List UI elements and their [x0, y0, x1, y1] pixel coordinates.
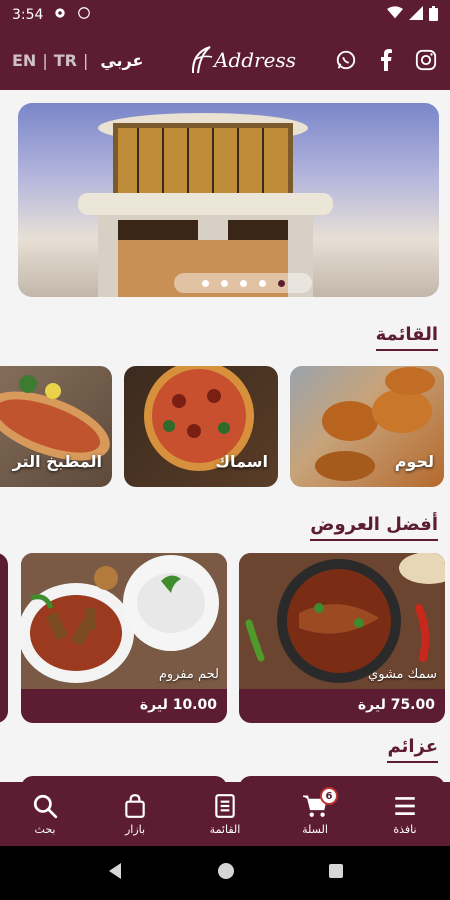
instagram-icon[interactable] — [414, 48, 438, 72]
settings-icon — [53, 6, 67, 24]
menu-book-icon — [215, 793, 235, 818]
nav-label: القائمة — [209, 822, 241, 836]
logo[interactable]: Address — [190, 40, 296, 80]
divider: | — [42, 50, 48, 70]
nav-label: نافذة — [393, 822, 417, 836]
section-title-offers: أفضل العروض — [310, 514, 438, 541]
banner-pagination — [174, 273, 312, 293]
offer-price: 75.00 ليرة — [357, 697, 435, 713]
offer-card-partial[interactable] — [0, 553, 8, 723]
lang-ar[interactable]: عربي — [100, 51, 143, 70]
logo-text: Address — [214, 48, 296, 72]
system-navigation-bar — [0, 846, 450, 900]
menu-icon — [395, 796, 415, 815]
offer-name: سمك مشوي — [368, 667, 437, 682]
nav-menu-book[interactable]: القائمة — [180, 782, 270, 846]
category-card-fish[interactable]: اسماك — [124, 366, 278, 487]
search-icon — [33, 794, 58, 818]
offer-card-minced-meat[interactable]: لحم مفروم 10.00 ليرة — [21, 553, 227, 723]
pagination-dot[interactable] — [201, 279, 209, 287]
category-card-meat[interactable]: لحوم — [290, 366, 444, 487]
facebook-icon[interactable] — [374, 48, 398, 72]
status-bar: 3:54 — [0, 0, 450, 30]
shopping-bag-icon — [125, 793, 145, 818]
offer-name: لحم مفروم — [158, 667, 219, 682]
app-header: EN | TR | عربي Address — [0, 30, 450, 90]
pagination-dot[interactable] — [239, 279, 247, 287]
social-links — [334, 48, 438, 72]
language-switcher: EN | TR | عربي — [12, 51, 143, 70]
nav-label: بازار — [124, 822, 146, 836]
category-label: اسماك — [215, 452, 268, 471]
pagination-dot-active[interactable] — [277, 279, 285, 287]
signal-icon — [409, 6, 423, 24]
nav-cart[interactable]: 6 السلة — [270, 782, 360, 846]
status-time: 3:54 — [12, 7, 44, 23]
offer-card-grilled-fish[interactable]: سمك مشوي 75.00 ليرة — [239, 553, 445, 723]
category-card-turkish[interactable]: المطبخ التر — [0, 366, 112, 487]
content-area[interactable]: القائمة لحوم اسماك المطبخ التر أفضل العر — [0, 90, 450, 782]
nav-label: السلة — [302, 822, 328, 836]
offer-price: 10.00 ليرة — [139, 697, 217, 713]
whatsapp-icon[interactable] — [334, 48, 358, 72]
hero-banner[interactable] — [18, 103, 439, 297]
pagination-dot[interactable] — [220, 279, 228, 287]
bottom-navigation: بحث بازار القائمة 6 السلة نافذة — [0, 782, 450, 846]
battery-icon — [429, 5, 438, 25]
pagination-dot[interactable] — [258, 279, 266, 287]
category-label: المطبخ التر — [12, 452, 102, 471]
nav-label: بحث — [34, 822, 56, 836]
wifi-icon — [387, 6, 403, 24]
recents-icon[interactable] — [328, 863, 344, 883]
cart-badge: 6 — [320, 787, 338, 805]
back-icon[interactable] — [106, 862, 124, 884]
restaurant-photo — [78, 113, 333, 297]
lang-tr[interactable]: TR — [54, 51, 77, 70]
category-label: لحوم — [394, 452, 434, 471]
nav-window[interactable]: نافذة — [360, 782, 450, 846]
lang-en[interactable]: EN — [12, 51, 36, 70]
home-icon[interactable] — [217, 862, 235, 884]
nav-search[interactable]: بحث — [0, 782, 90, 846]
logo-mark-icon — [191, 46, 213, 74]
nav-bazaar[interactable]: بازار — [90, 782, 180, 846]
section-title-menu: القائمة — [375, 324, 438, 351]
whatsapp-status-icon — [77, 6, 91, 24]
divider: | — [82, 50, 89, 70]
section-title-parties: عزائم — [387, 736, 438, 763]
